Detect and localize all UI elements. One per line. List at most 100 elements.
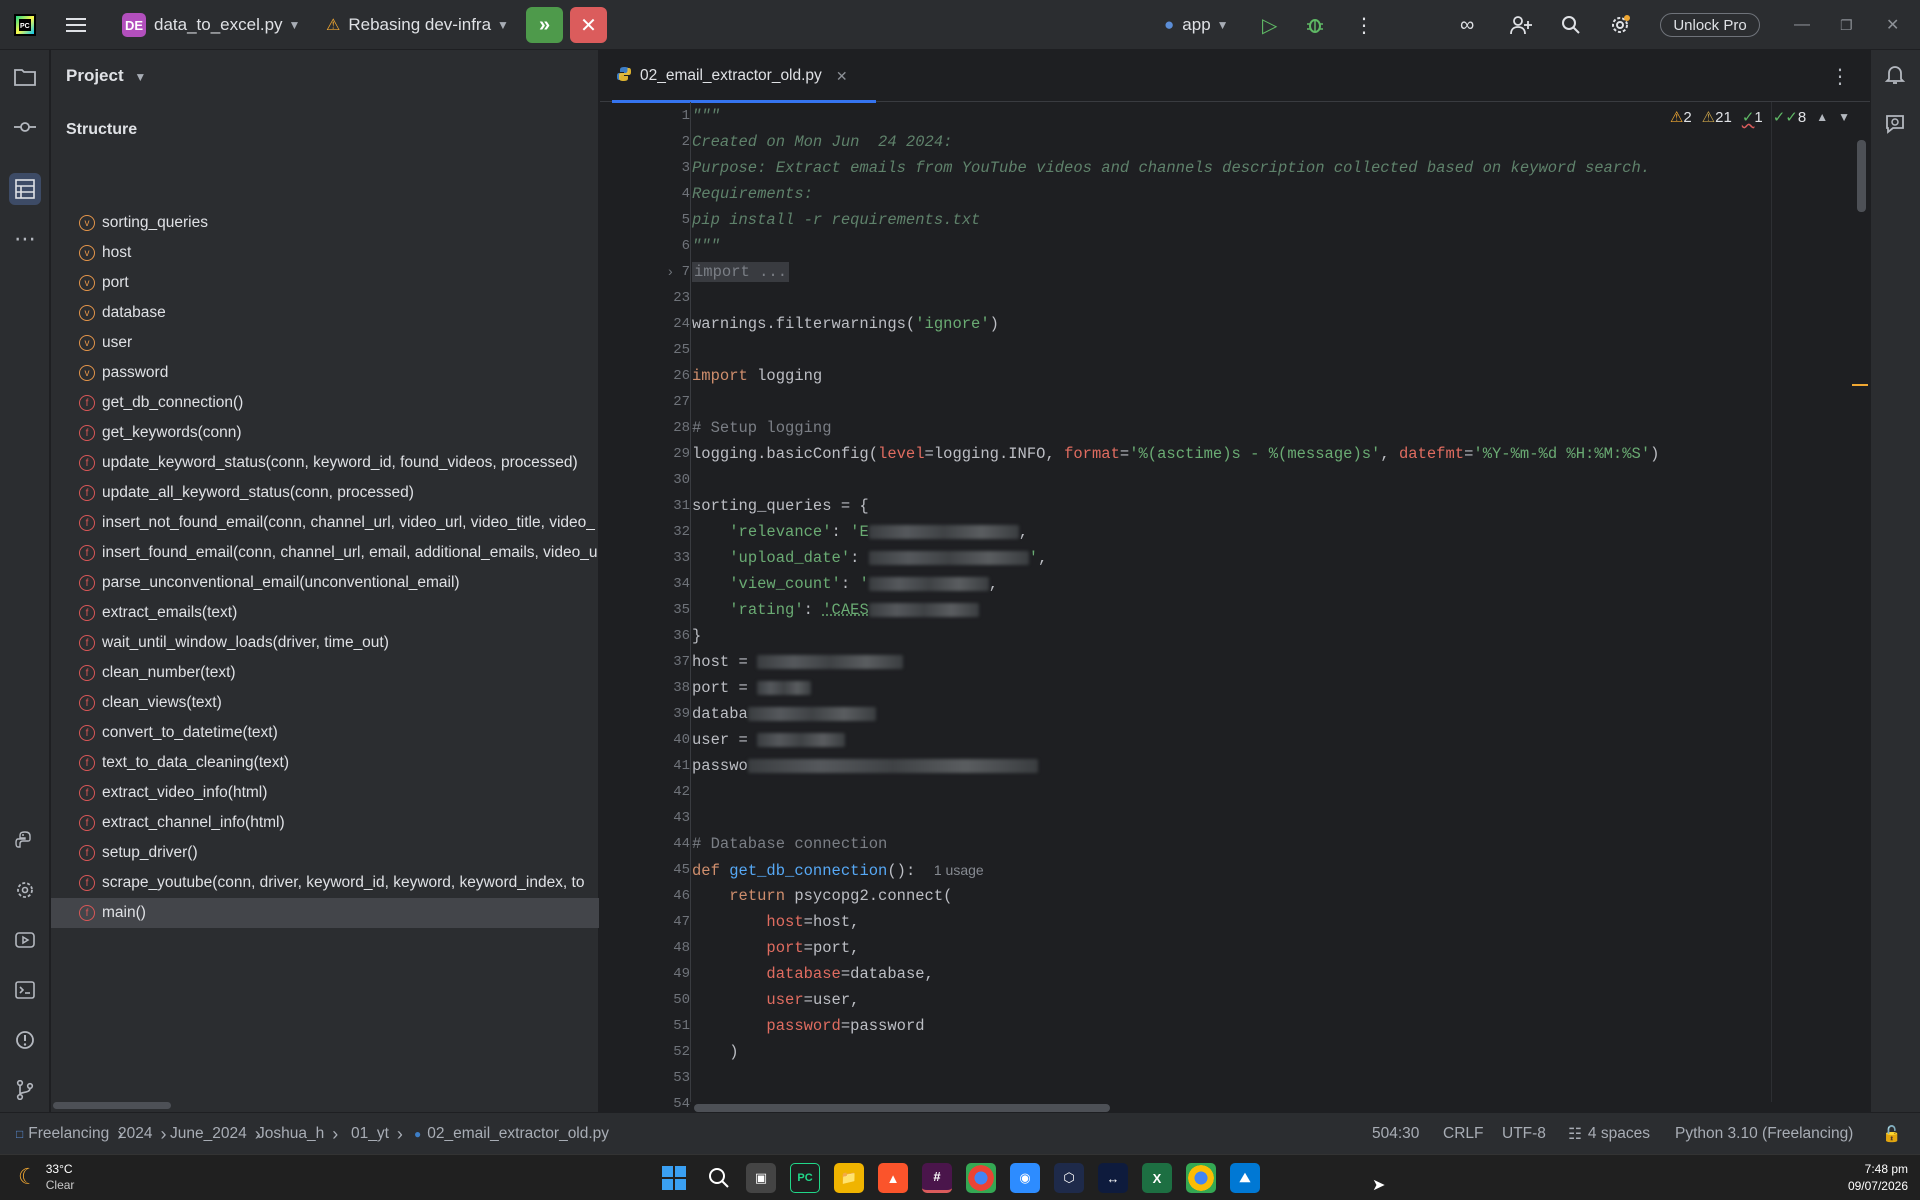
breadcrumb-item[interactable]: Joshua_h › bbox=[257, 1113, 338, 1155]
vcs-widget[interactable]: ⚠ Rebasing dev-infra ▼ bbox=[326, 0, 509, 50]
project-folder-icon[interactable] bbox=[9, 61, 41, 93]
structure-item[interactable]: f clean_number(text) bbox=[51, 658, 599, 688]
breadcrumb-item[interactable]: □ Freelancing › bbox=[16, 1113, 123, 1155]
clock[interactable]: 7:48 pm 09/07/2026 bbox=[1848, 1161, 1908, 1195]
inspection-widget[interactable]: ⚠2 ⚠21 ✓1 ✓✓8 ▲ ▼ bbox=[1670, 108, 1850, 126]
structure-item[interactable]: v user bbox=[51, 328, 599, 358]
fold-expand-icon[interactable]: › bbox=[668, 263, 673, 279]
python-console-icon[interactable] bbox=[9, 824, 41, 856]
structure-item[interactable]: f clean_views(text) bbox=[51, 688, 599, 718]
abort-rebase-button[interactable]: ✕ bbox=[570, 7, 607, 43]
structure-item[interactable]: f main() bbox=[51, 898, 599, 928]
continue-rebase-button[interactable]: » bbox=[526, 7, 563, 43]
structure-item[interactable]: v password bbox=[51, 358, 599, 388]
settings-icon[interactable] bbox=[1609, 0, 1631, 50]
task-view-icon[interactable]: ▣ bbox=[746, 1163, 776, 1193]
main-menu-icon[interactable] bbox=[66, 0, 88, 50]
close-window-icon[interactable]: ✕ bbox=[1886, 0, 1899, 50]
slack-icon[interactable]: # bbox=[922, 1163, 952, 1193]
search-icon[interactable] bbox=[1561, 0, 1581, 50]
unlock-pro-button[interactable]: Unlock Pro bbox=[1660, 13, 1760, 37]
structure-item[interactable]: f get_db_connection() bbox=[51, 388, 599, 418]
debug-icon[interactable] bbox=[1305, 0, 1325, 50]
more-tools-icon[interactable]: ⋯ bbox=[9, 223, 41, 255]
run-icon[interactable]: ▷ bbox=[1262, 0, 1277, 50]
structure-item[interactable]: f update_all_keyword_status(conn, process… bbox=[51, 478, 599, 508]
structure-item[interactable]: v database bbox=[51, 298, 599, 328]
add-user-icon[interactable] bbox=[1510, 0, 1532, 50]
maximize-icon[interactable]: ❐ bbox=[1840, 0, 1853, 50]
structure-item[interactable]: f wait_until_window_loads(driver, time_ou… bbox=[51, 628, 599, 658]
structure-item[interactable]: f extract_video_info(html) bbox=[51, 778, 599, 808]
file-explorer-icon[interactable]: 📁 bbox=[834, 1163, 864, 1193]
more-actions-icon[interactable]: ⋮ bbox=[1354, 0, 1374, 50]
structure-item[interactable]: f update_keyword_status(conn, keyword_id,… bbox=[51, 448, 599, 478]
ai-chat-icon[interactable] bbox=[1884, 113, 1906, 140]
run-config-selector[interactable]: ● app ▼ bbox=[1164, 0, 1229, 50]
folded-imports[interactable]: import ... bbox=[692, 262, 790, 282]
structure-item[interactable]: f setup_driver() bbox=[51, 838, 599, 868]
ai-assistant-icon[interactable]: ∞ bbox=[1460, 0, 1474, 50]
vertical-scrollbar[interactable] bbox=[1857, 140, 1866, 212]
commit-icon[interactable] bbox=[9, 111, 41, 143]
usages-hint[interactable]: 1 usage bbox=[934, 862, 984, 878]
minimize-icon[interactable]: — bbox=[1794, 0, 1810, 50]
tab-options-icon[interactable]: ⋮ bbox=[1830, 64, 1850, 89]
structure-item[interactable]: f get_keywords(conn) bbox=[51, 418, 599, 448]
teamviewer-icon[interactable]: ↔ bbox=[1098, 1163, 1128, 1193]
previous-highlight-icon[interactable]: ▲ bbox=[1816, 110, 1828, 124]
editor-horizontal-scrollbar[interactable] bbox=[694, 1104, 1110, 1112]
file-encoding[interactable]: UTF-8 bbox=[1502, 1113, 1546, 1155]
git-icon[interactable] bbox=[9, 1074, 41, 1106]
breadcrumb-item[interactable]: June_2024 › bbox=[170, 1113, 261, 1155]
structure-item[interactable]: f parse_unconventional_email(unconvention… bbox=[51, 568, 599, 598]
editor-tab[interactable]: 02_email_extractor_old.py ✕ bbox=[612, 50, 876, 103]
chrome-icon[interactable] bbox=[966, 1163, 996, 1193]
line-separator[interactable]: CRLF bbox=[1443, 1113, 1483, 1155]
app-icon[interactable]: ⬡ bbox=[1054, 1163, 1084, 1193]
services-icon[interactable] bbox=[9, 874, 41, 906]
indent-setting[interactable]: ☷ 4 spaces bbox=[1568, 1113, 1650, 1155]
terminal-icon[interactable] bbox=[9, 974, 41, 1006]
python-interpreter[interactable]: Python 3.10 (Freelancing) bbox=[1675, 1113, 1853, 1155]
structure-item[interactable]: f extract_emails(text) bbox=[51, 598, 599, 628]
project-selector[interactable]: DE data_to_excel.py ▼ bbox=[122, 0, 300, 50]
horizontal-scrollbar[interactable] bbox=[53, 1102, 171, 1109]
structure-item[interactable]: f convert_to_datetime(text) bbox=[51, 718, 599, 748]
weather-condition: Clear bbox=[45, 1178, 75, 1192]
structure-item[interactable]: f insert_not_found_email(conn, channel_ur… bbox=[51, 508, 599, 538]
app-logo-icon[interactable]: PC bbox=[14, 0, 36, 50]
photos-icon[interactable]: ⛰ bbox=[1230, 1163, 1260, 1193]
excel-icon[interactable]: X bbox=[1142, 1163, 1172, 1193]
structure-item-label: parse_unconventional_email(unconventiona… bbox=[102, 574, 460, 591]
structure-item[interactable]: v port bbox=[51, 268, 599, 298]
structure-item[interactable]: f insert_found_email(conn, channel_url, e… bbox=[51, 538, 599, 568]
line-number: 44 bbox=[673, 836, 690, 852]
problems-icon[interactable] bbox=[9, 1024, 41, 1056]
weather-widget[interactable]: ☾ 33°C Clear bbox=[18, 1161, 74, 1193]
breadcrumb-item[interactable]: ● 02_email_extractor_old.py bbox=[414, 1113, 609, 1155]
next-highlight-icon[interactable]: ▼ bbox=[1838, 110, 1850, 124]
structure-item[interactable]: v host bbox=[51, 238, 599, 268]
warning-stripe-marker[interactable] bbox=[1852, 384, 1868, 386]
start-icon[interactable] bbox=[659, 1163, 689, 1193]
breadcrumb-item[interactable]: 01_yt › bbox=[351, 1113, 403, 1155]
brave-browser-icon[interactable]: ▲ bbox=[878, 1163, 908, 1193]
structure-item[interactable]: v sorting_queries bbox=[51, 208, 599, 238]
search-icon[interactable] bbox=[704, 1163, 734, 1193]
close-tab-icon[interactable]: ✕ bbox=[836, 68, 848, 85]
read-only-lock-icon[interactable]: 🔓 bbox=[1882, 1113, 1901, 1155]
structure-icon[interactable] bbox=[9, 173, 41, 205]
zoom-icon[interactable]: ◉ bbox=[1010, 1163, 1040, 1193]
chrome-profile-icon[interactable] bbox=[1186, 1163, 1216, 1193]
project-panel-header[interactable]: Project ▼ bbox=[66, 66, 146, 86]
structure-item[interactable]: f text_to_data_cleaning(text) bbox=[51, 748, 599, 778]
notifications-icon[interactable] bbox=[1884, 63, 1906, 90]
code-line: Created on Mon Jun 24 2024: bbox=[692, 133, 953, 151]
structure-item[interactable]: f extract_channel_info(html) bbox=[51, 808, 599, 838]
pycharm-taskbar-icon[interactable]: PC bbox=[790, 1163, 820, 1193]
run-tool-icon[interactable] bbox=[9, 924, 41, 956]
breadcrumb-item[interactable]: 2024 › bbox=[118, 1113, 166, 1155]
caret-position[interactable]: 504:30 bbox=[1372, 1113, 1419, 1155]
structure-item[interactable]: f scrape_youtube(conn, driver, keyword_id… bbox=[51, 868, 599, 898]
